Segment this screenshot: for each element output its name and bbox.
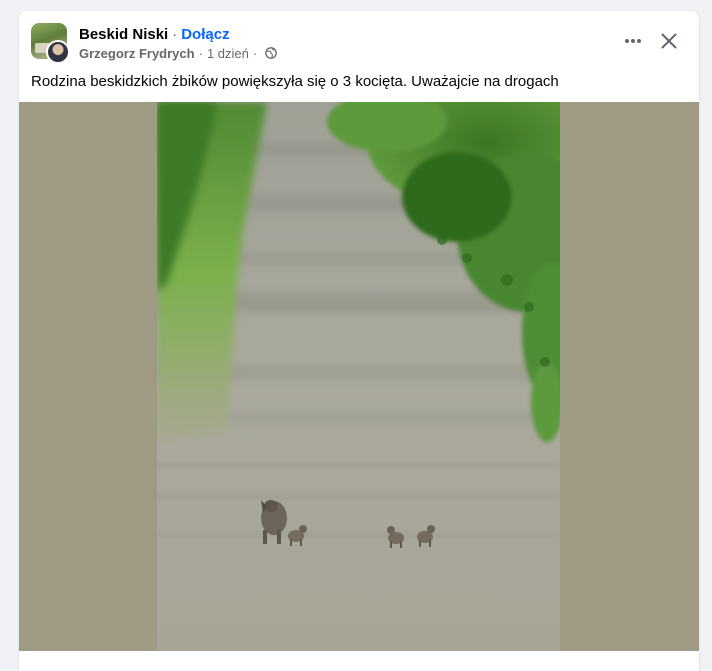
- close-button[interactable]: [653, 25, 685, 57]
- join-group-link[interactable]: Dołącz: [181, 26, 229, 43]
- post-header: Beskid Niski · Dołącz Grzegorz Frydrych …: [19, 11, 699, 71]
- post-meta-row: Grzegorz Frydrych · 1 dzień ·: [79, 45, 278, 61]
- title-separator: ·: [172, 25, 178, 43]
- post-photo[interactable]: [157, 102, 560, 651]
- post-card: Beskid Niski · Dołącz Grzegorz Frydrych …: [19, 11, 699, 671]
- post-time-link[interactable]: 1 dzień: [207, 46, 249, 61]
- close-icon: [661, 33, 677, 49]
- post-media[interactable]: [19, 102, 699, 651]
- post-title-row: Beskid Niski · Dołącz: [79, 24, 230, 44]
- author-name-link[interactable]: Grzegorz Frydrych: [79, 46, 195, 61]
- meta-separator: ·: [252, 45, 258, 61]
- globe-icon[interactable]: [265, 47, 278, 59]
- meta-separator: ·: [198, 45, 203, 61]
- group-name-link[interactable]: Beskid Niski: [79, 26, 168, 43]
- post-caption: Rodzina beskidzkich żbików powiększyła s…: [31, 73, 559, 90]
- author-avatar[interactable]: [46, 40, 70, 64]
- more-horizontal-icon: [625, 39, 641, 43]
- wildcat-road-photo: [157, 102, 560, 651]
- more-options-button[interactable]: [617, 25, 649, 57]
- avatar-stack[interactable]: [31, 23, 71, 64]
